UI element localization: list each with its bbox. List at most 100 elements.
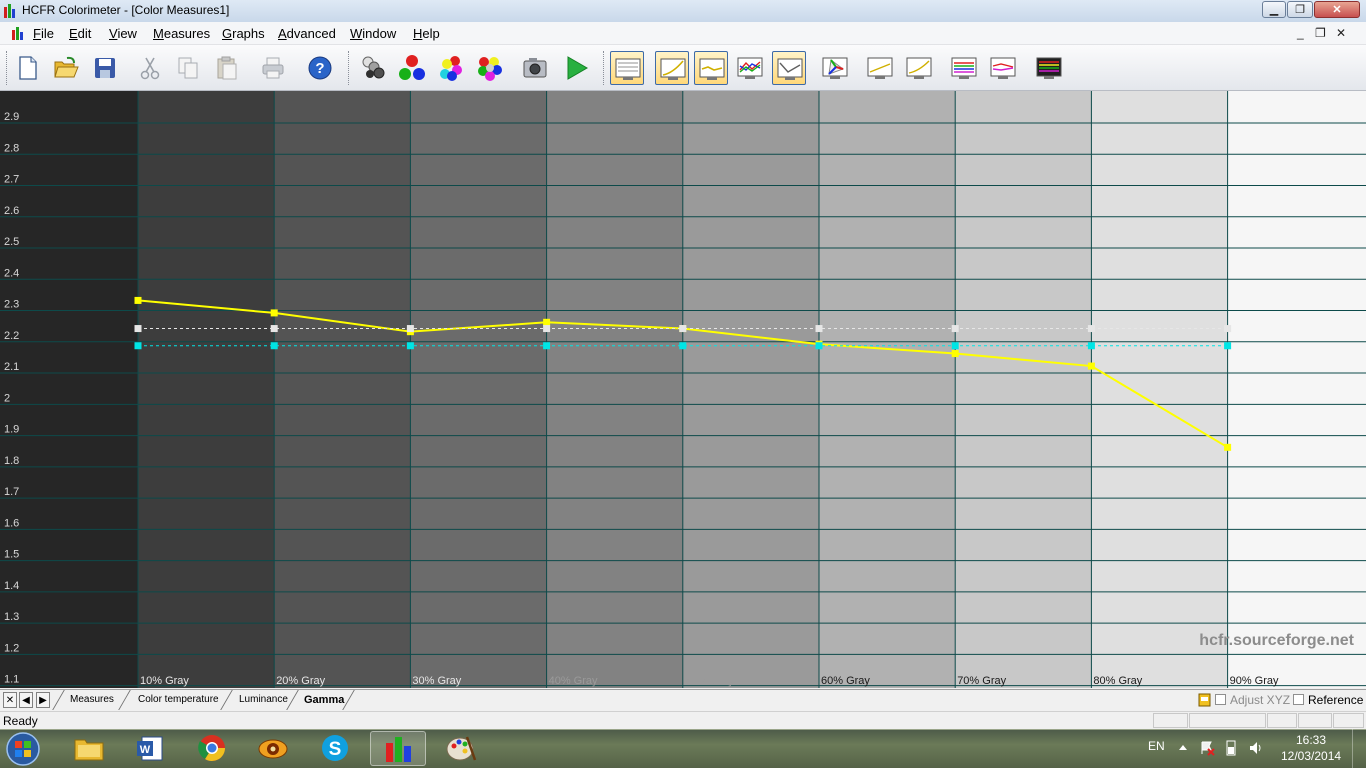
clock-time[interactable]: 16:33 [1296, 733, 1326, 747]
menu-edit[interactable]: Edit [69, 26, 91, 41]
new-document-icon [19, 56, 37, 80]
gamma-graph: 2.9 2.8 2.7 2.6 2.5 2.4 2.3 2.2 2.1 2 1.9 1.8 1.7 1.6… [0, 91, 1366, 688]
y-tick-label: 2.8 [4, 142, 19, 154]
paste-button[interactable] [210, 51, 244, 85]
tab-scroll-right-button[interactable]: ▶ [36, 692, 50, 708]
status-bar: Ready [0, 711, 1366, 730]
measure-secondary-button[interactable] [434, 51, 468, 85]
mdi-restore-button[interactable]: ❐ [1315, 26, 1326, 40]
close-button[interactable]: ✕ [1314, 1, 1360, 18]
gray-scale-measure-icon [362, 56, 385, 79]
y-tick-label: 1.3 [4, 611, 19, 623]
tab-gamma[interactable]: Gamma [304, 690, 344, 710]
close-view-button[interactable]: ✕ [3, 692, 17, 708]
copy-button[interactable] [171, 51, 205, 85]
svg-text:?: ? [315, 60, 324, 77]
mdi-close-button[interactable]: ✕ [1336, 26, 1346, 40]
gray-band [410, 91, 547, 688]
show-hidden-icons-icon[interactable] [1178, 743, 1188, 751]
series-point-1 [951, 325, 959, 333]
y-tick-label: 1.4 [4, 580, 19, 592]
open-folder-icon [54, 56, 79, 78]
clock-date[interactable]: 12/03/2014 [1281, 749, 1341, 763]
graph-view-1-button[interactable] [610, 51, 644, 85]
y-tick-label: 2.1 [4, 361, 19, 373]
play-button[interactable] [559, 51, 593, 85]
adjust-xyz-checkbox[interactable] [1215, 694, 1226, 705]
document-icon[interactable] [12, 27, 26, 40]
help-button[interactable]: ? [303, 51, 337, 85]
cut-button[interactable] [133, 51, 167, 85]
rgb-levels-button[interactable] [947, 51, 981, 85]
graph-view-6-button[interactable] [863, 51, 897, 85]
svg-text:S: S [329, 739, 342, 760]
camera-button[interactable] [518, 51, 552, 85]
reference-checkbox[interactable] [1293, 694, 1304, 705]
measures-grid-button[interactable] [1032, 51, 1066, 85]
menu-window[interactable]: Window [350, 26, 396, 41]
measure-all-button[interactable] [473, 51, 507, 85]
show-desktop-button[interactable] [1352, 729, 1366, 768]
open-button[interactable] [49, 51, 83, 85]
window-title: HCFR Colorimeter - [Color Measures1] [22, 3, 230, 17]
menu-file[interactable]: File [33, 26, 54, 41]
taskbar-app-eye[interactable] [245, 731, 301, 766]
save-icon [95, 58, 115, 78]
graph-view-3-icon [699, 58, 725, 80]
x-tick-label: 50% Gray [685, 675, 734, 687]
taskbar-app-skype[interactable]: S [307, 731, 363, 766]
menu-advanced[interactable]: Advanced [278, 26, 336, 41]
menu-measures[interactable]: Measures [153, 26, 210, 41]
tab-color-temperature[interactable]: Color temperature [138, 690, 219, 710]
menu-help[interactable]: Help [413, 26, 440, 41]
series-point-1 [134, 325, 142, 333]
action-center-icon[interactable] [1199, 740, 1215, 756]
menu-view[interactable]: View [109, 26, 137, 41]
graph-view-2-button[interactable] [655, 51, 689, 85]
cie-diagram-button[interactable] [818, 51, 852, 85]
gray-band [819, 91, 956, 688]
y-tick-label: 2.2 [4, 330, 19, 342]
toolbar-grip[interactable] [348, 51, 352, 85]
tab-luminance[interactable]: Luminance [239, 690, 288, 710]
toolbar-grip[interactable] [603, 51, 607, 85]
graph-view-5-icon [777, 58, 803, 80]
print-button[interactable] [256, 51, 290, 85]
graph-view-4-button[interactable] [733, 51, 767, 85]
measure-gray-button[interactable] [356, 51, 390, 85]
tab-measures[interactable]: Measures [70, 690, 114, 710]
minimize-button[interactable]: ▁ [1262, 1, 1286, 18]
menu-graphs[interactable]: Graphs [222, 26, 265, 41]
series-point-2 [679, 342, 687, 350]
rgb-levels-icon [951, 57, 977, 79]
taskbar-app-paint[interactable] [433, 731, 489, 766]
start-button[interactable] [4, 730, 42, 768]
taskbar-app-word[interactable]: W [122, 731, 178, 766]
tab-scroll-left-button[interactable]: ◀ [19, 692, 33, 708]
power-icon[interactable] [1224, 740, 1238, 756]
graph-view-5-button[interactable] [772, 51, 806, 85]
graph-view-7-icon [906, 57, 932, 79]
measures-grid-icon [1036, 57, 1062, 79]
x-tick-label: 60% Gray [821, 675, 870, 687]
mdi-minimize-button[interactable]: _ [1297, 26, 1304, 40]
save-button[interactable] [88, 51, 122, 85]
volume-icon[interactable] [1248, 740, 1264, 756]
maximize-button[interactable]: ❐ [1287, 1, 1313, 18]
language-indicator[interactable]: EN [1148, 739, 1165, 753]
new-button[interactable] [10, 51, 44, 85]
taskbar-app-hcfr[interactable] [370, 731, 426, 766]
measure-primary-button[interactable] [395, 51, 429, 85]
color-temp-graph-button[interactable] [986, 51, 1020, 85]
x-tick-label: 20% Gray [276, 675, 325, 687]
hcfr-app-icon [4, 4, 15, 18]
status-text: Ready [3, 714, 38, 728]
taskbar-app-chrome[interactable] [184, 731, 240, 766]
graph-view-7-button[interactable] [902, 51, 936, 85]
play-icon [567, 56, 588, 80]
series-point-2 [134, 342, 142, 350]
taskbar-app-file-explorer[interactable] [61, 731, 117, 766]
graph-view-3-button[interactable] [694, 51, 728, 85]
title-bar: HCFR Colorimeter - [Color Measures1] ▁ ❐… [0, 0, 1366, 23]
view-tab-strip: ✕ ◀ ▶ Measures Color temperature Luminan… [0, 689, 1366, 712]
